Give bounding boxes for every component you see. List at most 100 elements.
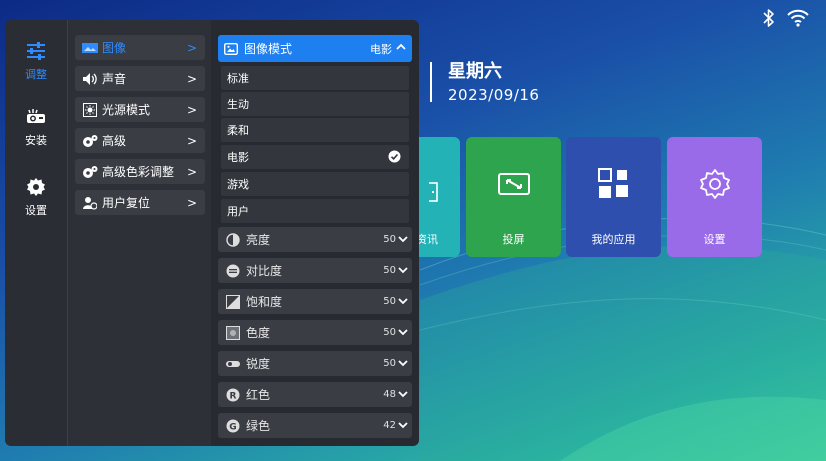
adjust-value: 50 bbox=[383, 327, 396, 338]
submenu-label: 光源模式 bbox=[102, 103, 151, 117]
sharpness-icon bbox=[226, 357, 240, 371]
adjust-label: 饱和度 bbox=[246, 295, 283, 309]
picture-mode-option-selected[interactable]: 电影 bbox=[221, 145, 409, 169]
adjust-label: 亮度 bbox=[246, 233, 271, 247]
adjust-value: 50 bbox=[383, 358, 396, 369]
adjust-label: 锐度 bbox=[246, 357, 271, 371]
submenu-label: 高级色彩调整 bbox=[102, 165, 175, 179]
adjust-red[interactable]: R 红色 48 bbox=[218, 382, 412, 407]
option-label: 柔和 bbox=[227, 124, 249, 137]
tile-settings[interactable]: 设置 bbox=[667, 137, 762, 257]
date-block: 星期六 2023/09/16 bbox=[430, 60, 539, 106]
adjust-contrast[interactable]: 对比度 50 bbox=[218, 258, 412, 283]
chevron-right-icon: > bbox=[186, 133, 197, 148]
chevron-down-icon bbox=[398, 358, 408, 372]
picture-mode-dropdown[interactable]: 图像模式 电影 bbox=[218, 35, 412, 62]
color-gears-icon bbox=[82, 165, 98, 179]
chevron-down-icon bbox=[398, 389, 408, 403]
user-reset-icon bbox=[82, 196, 98, 210]
picture-settings-panel: 图像模式 电影 标准 生动 柔和 电影 游戏 用户 亮度 50 对比度 50 饱… bbox=[211, 20, 419, 446]
adjust-green[interactable]: G 绿色 42 bbox=[218, 413, 412, 438]
picture-mode-title: 图像模式 bbox=[244, 42, 293, 56]
option-label: 用户 bbox=[227, 205, 249, 218]
submenu-item-picture[interactable]: 图像 > bbox=[75, 35, 205, 60]
status-bar bbox=[762, 8, 810, 28]
submenu-item-sound[interactable]: 声音 > bbox=[75, 66, 205, 91]
settings-gear-icon bbox=[698, 167, 732, 201]
submenu-item-light-source[interactable]: 光源模式 > bbox=[75, 97, 205, 122]
adjust-value: 50 bbox=[383, 234, 396, 245]
tile-news-label: 资讯 bbox=[416, 233, 438, 246]
tile-screen-cast-label: 投屏 bbox=[502, 233, 525, 246]
submenu-item-advanced[interactable]: 高级 > bbox=[75, 128, 205, 153]
hue-icon bbox=[226, 325, 240, 340]
submenu-item-user-reset[interactable]: 用户复位 > bbox=[75, 190, 205, 215]
nav-item-settings[interactable]: 设置 bbox=[5, 176, 67, 218]
nav-item-install[interactable]: 安装 bbox=[5, 106, 67, 148]
adjust-value: 48 bbox=[383, 389, 396, 400]
nav-label: 安装 bbox=[25, 134, 47, 147]
gears-icon bbox=[82, 134, 98, 148]
picture-mode-value: 电影 bbox=[370, 42, 392, 56]
picture-mode-option[interactable]: 生动 bbox=[221, 92, 409, 116]
submenu-label: 声音 bbox=[102, 72, 127, 86]
picture-mode-icon bbox=[224, 42, 238, 55]
adjust-value: 42 bbox=[383, 420, 396, 431]
chevron-down-icon bbox=[398, 296, 408, 310]
green-channel-icon: G bbox=[226, 419, 240, 433]
adjust-sharpness[interactable]: 锐度 50 bbox=[218, 351, 412, 376]
date-divider bbox=[430, 62, 432, 102]
nav-item-adjust[interactable]: 调整 bbox=[5, 40, 67, 82]
weekday: 星期六 bbox=[448, 61, 502, 82]
apps-grid-icon bbox=[597, 167, 631, 201]
svg-text:R: R bbox=[230, 391, 237, 401]
chevron-right-icon: > bbox=[186, 164, 197, 179]
chevron-right-icon: > bbox=[186, 71, 197, 86]
tile-screen-cast[interactable]: 投屏 bbox=[466, 137, 561, 257]
brightness-icon bbox=[226, 232, 240, 247]
light-source-icon bbox=[82, 102, 98, 117]
chevron-down-icon bbox=[398, 420, 408, 434]
nav-panel: 调整 安装 设置 bbox=[5, 20, 67, 446]
tile-my-apps-label: 我的应用 bbox=[591, 233, 636, 246]
saturation-icon bbox=[226, 294, 240, 309]
picture-mode-option[interactable]: 标准 bbox=[221, 66, 409, 90]
picture-mode-option[interactable]: 游戏 bbox=[221, 172, 409, 196]
adjust-brightness[interactable]: 亮度 50 bbox=[218, 227, 412, 252]
bluetooth-icon bbox=[762, 8, 776, 28]
chevron-down-icon bbox=[398, 327, 408, 341]
picture-mode-option[interactable]: 柔和 bbox=[221, 118, 409, 142]
nav-label: 调整 bbox=[25, 68, 47, 81]
adjust-label: 绿色 bbox=[246, 419, 271, 433]
adjust-label: 对比度 bbox=[246, 264, 283, 278]
adjust-label: 色度 bbox=[246, 326, 271, 340]
date-text: 2023/09/16 bbox=[448, 86, 540, 104]
tile-news[interactable]: 资讯 bbox=[412, 137, 460, 257]
adjust-value: 50 bbox=[383, 265, 396, 276]
picture-mode-option[interactable]: 用户 bbox=[221, 199, 409, 223]
chevron-down-icon bbox=[398, 265, 408, 279]
submenu-label: 高级 bbox=[102, 134, 127, 148]
tile-my-apps[interactable]: 我的应用 bbox=[566, 137, 661, 257]
submenu-panel: 图像 > 声音 > 光源模式 > 高级 > 高级色彩调整 > 用户复位 > bbox=[67, 20, 211, 446]
option-label: 电影 bbox=[227, 151, 249, 164]
submenu-label: 图像 bbox=[102, 41, 127, 55]
chevron-right-icon: > bbox=[186, 102, 197, 117]
option-label: 游戏 bbox=[227, 178, 249, 191]
option-label: 生动 bbox=[227, 98, 249, 111]
nav-label: 设置 bbox=[25, 204, 47, 217]
red-channel-icon: R bbox=[226, 388, 240, 402]
sliders-icon bbox=[26, 40, 46, 62]
adjust-saturation[interactable]: 饱和度 50 bbox=[218, 289, 412, 314]
gear-icon bbox=[26, 176, 46, 198]
chevron-right-icon: > bbox=[186, 195, 197, 210]
wifi-icon bbox=[786, 9, 810, 27]
submenu-item-advanced-color[interactable]: 高级色彩调整 > bbox=[75, 159, 205, 184]
adjust-label: 红色 bbox=[246, 388, 271, 402]
chevron-right-icon: > bbox=[186, 40, 197, 55]
tile-settings-label: 设置 bbox=[703, 233, 726, 246]
chevron-up-icon bbox=[396, 41, 406, 55]
picture-icon bbox=[82, 41, 98, 55]
news-icon bbox=[429, 175, 443, 209]
adjust-hue[interactable]: 色度 50 bbox=[218, 320, 412, 345]
